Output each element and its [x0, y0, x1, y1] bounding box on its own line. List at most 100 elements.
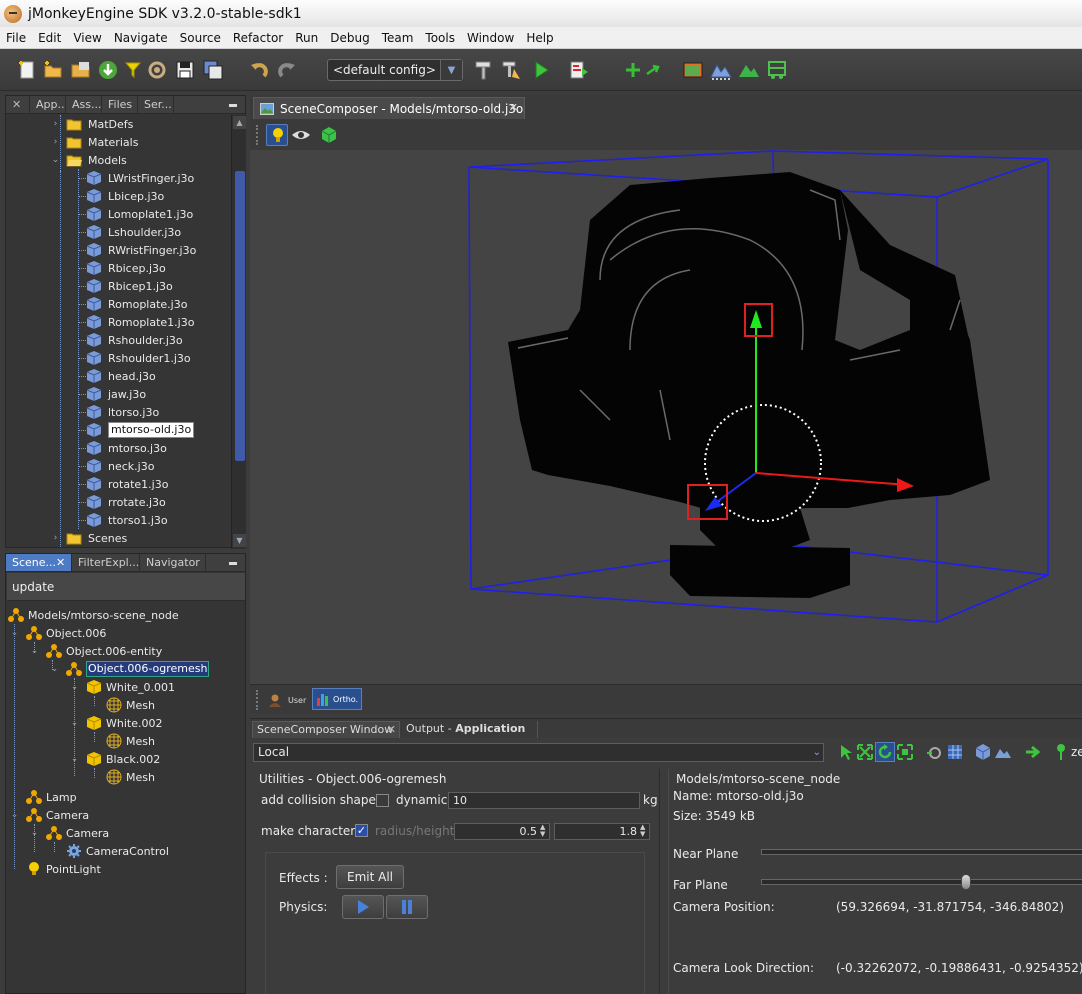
far-plane-slider-thumb[interactable]	[961, 874, 971, 890]
tree-file-model[interactable]: ltorso.j3o	[86, 403, 159, 421]
arrow-icon[interactable]	[643, 59, 665, 81]
add-icon[interactable]	[622, 59, 644, 81]
project-scrollbar[interactable]: ▲ ▼	[231, 115, 246, 549]
menu-run[interactable]: Run	[289, 31, 324, 45]
expand-icon[interactable]: ›	[51, 138, 60, 147]
collapse-icon[interactable]: ⌄	[10, 811, 19, 820]
tree-file-model[interactable]: rrotate.j3o	[86, 493, 166, 511]
radius-input[interactable]: 0.5	[454, 823, 550, 840]
toggle-view-button[interactable]	[290, 124, 312, 146]
move-icon[interactable]	[856, 743, 874, 761]
menu-navigate[interactable]: Navigate	[108, 31, 174, 45]
chevron-down-icon[interactable]: ▼	[440, 60, 462, 80]
tree-file-model[interactable]: mtorso.j3o	[86, 439, 167, 457]
tree-file-model[interactable]: Lshoulder.j3o	[86, 223, 181, 241]
terrain-icon[interactable]	[994, 743, 1012, 761]
tab-filter-explorer[interactable]: FilterExpl...	[72, 554, 140, 571]
vehicle-icon[interactable]	[766, 59, 788, 81]
far-plane-slider[interactable]	[761, 879, 1082, 885]
collapse-icon[interactable]: ⌄	[50, 665, 59, 674]
collapse-icon[interactable]: ⌄	[51, 156, 60, 165]
toggle-light-button[interactable]	[266, 124, 288, 146]
landscape-icon[interactable]	[738, 59, 760, 81]
spinner-icon[interactable]: ▲ ▼	[540, 824, 545, 838]
tab-projects[interactable]: App...	[30, 96, 66, 113]
mode-dropdown[interactable]: Local ⌄	[253, 743, 824, 762]
scene-geometry-white1[interactable]: White_0.001	[86, 678, 175, 696]
menu-view[interactable]: View	[67, 31, 107, 45]
3d-viewport[interactable]	[250, 150, 1082, 684]
scene-geometry-white2[interactable]: White.002	[86, 714, 162, 732]
tab-navigator[interactable]: Navigator	[140, 554, 206, 571]
save-all-icon[interactable]	[202, 59, 224, 81]
character-checkbox[interactable]: ✓	[355, 824, 368, 837]
filter-icon[interactable]	[122, 59, 144, 81]
scene-mesh-3[interactable]: Mesh	[106, 768, 155, 786]
tree-file-model[interactable]: Rshoulder.j3o	[86, 331, 183, 349]
redo-icon[interactable]	[276, 59, 298, 81]
tree-file-model[interactable]: Lbicep.j3o	[86, 187, 164, 205]
menu-team[interactable]: Team	[376, 31, 420, 45]
new-project-icon[interactable]	[42, 59, 64, 81]
tree-folder-scenes[interactable]: Scenes	[66, 529, 127, 547]
collision-checkbox[interactable]	[376, 794, 389, 807]
rotate-button[interactable]	[875, 742, 895, 762]
tree-folder-models[interactable]: Models	[66, 151, 127, 169]
profile-icon[interactable]	[568, 59, 590, 81]
tree-file-model[interactable]: neck.j3o	[86, 457, 154, 475]
scene-mesh-1[interactable]: Mesh	[106, 696, 155, 714]
tree-file-model[interactable]: Lomoplate1.j3o	[86, 205, 193, 223]
play-physics-button[interactable]	[342, 895, 384, 919]
scale-icon[interactable]	[896, 743, 914, 761]
arrow-right-icon[interactable]	[1024, 743, 1042, 761]
pause-physics-button[interactable]	[386, 895, 428, 919]
close-icon[interactable]: ✕	[509, 101, 518, 114]
near-plane-slider[interactable]	[761, 849, 1082, 855]
undo-icon[interactable]	[248, 59, 270, 81]
collapse-icon[interactable]: ⌄	[70, 683, 79, 692]
tree-file-model[interactable]: Romoplate1.j3o	[86, 313, 194, 331]
save-icon[interactable]	[174, 59, 196, 81]
tab-scene-composer[interactable]: SceneComposer - Models/mtorso-old.j3o ✕	[253, 97, 525, 119]
close-icon[interactable]: ✕	[56, 554, 65, 571]
collapse-icon[interactable]: ⌄	[30, 829, 39, 838]
clean-build-icon[interactable]	[500, 59, 522, 81]
menu-tools[interactable]: Tools	[419, 31, 461, 45]
tree-file-model[interactable]: Rbicep.j3o	[86, 259, 166, 277]
scene-node-root[interactable]: Models/mtorso-scene_node	[8, 606, 179, 624]
image-icon[interactable]	[682, 59, 704, 81]
run-icon[interactable]	[530, 59, 552, 81]
scene-node-entity[interactable]: Object.006-entity	[46, 642, 162, 660]
plugin-icon[interactable]	[146, 59, 168, 81]
pin-icon[interactable]	[1054, 743, 1068, 761]
scroll-up-icon[interactable]: ▲	[233, 116, 246, 129]
scroll-thumb[interactable]	[235, 171, 245, 461]
tree-file-model[interactable]: LWristFinger.j3o	[86, 169, 194, 187]
close-icon[interactable]: ✕	[6, 96, 30, 113]
menu-debug[interactable]: Debug	[324, 31, 375, 45]
expand-icon[interactable]: ›	[51, 534, 60, 543]
scene-node-lamp[interactable]: Lamp	[26, 788, 77, 806]
scene-node-camera-inner[interactable]: Camera	[46, 824, 109, 842]
tab-files[interactable]: Files	[102, 96, 138, 113]
tree-file-model[interactable]: Romoplate.j3o	[86, 295, 187, 313]
grid-icon[interactable]	[946, 743, 964, 761]
toggle-geometry-button[interactable]	[318, 124, 340, 146]
collapse-icon[interactable]: ⌄	[10, 629, 19, 638]
tree-folder-materials[interactable]: Materials	[66, 133, 138, 151]
drag-handle[interactable]	[256, 690, 264, 710]
tree-file-model[interactable]: rotate1.j3o	[86, 475, 168, 493]
scene-geometry-black[interactable]: Black.002	[86, 750, 160, 768]
snap-icon[interactable]	[926, 743, 944, 761]
menu-help[interactable]: Help	[520, 31, 559, 45]
scene-node-ogremesh[interactable]: Object.006-ogremesh	[66, 660, 210, 678]
tree-file-model[interactable]: RWristFinger.j3o	[86, 241, 196, 259]
tree-file-model[interactable]: ttorso1.j3o	[86, 511, 168, 529]
close-icon[interactable]: ✕	[387, 722, 396, 738]
menu-window[interactable]: Window	[461, 31, 520, 45]
tab-output-application[interactable]: Output - Application	[402, 721, 538, 739]
tree-file-model[interactable]: mtorso-old.j3o	[86, 421, 195, 439]
tree-file-model[interactable]: jaw.j3o	[86, 385, 146, 403]
tab-scene-composer-window[interactable]: SceneComposer Window ✕	[252, 721, 400, 739]
tab-assets[interactable]: Ass...	[66, 96, 102, 113]
